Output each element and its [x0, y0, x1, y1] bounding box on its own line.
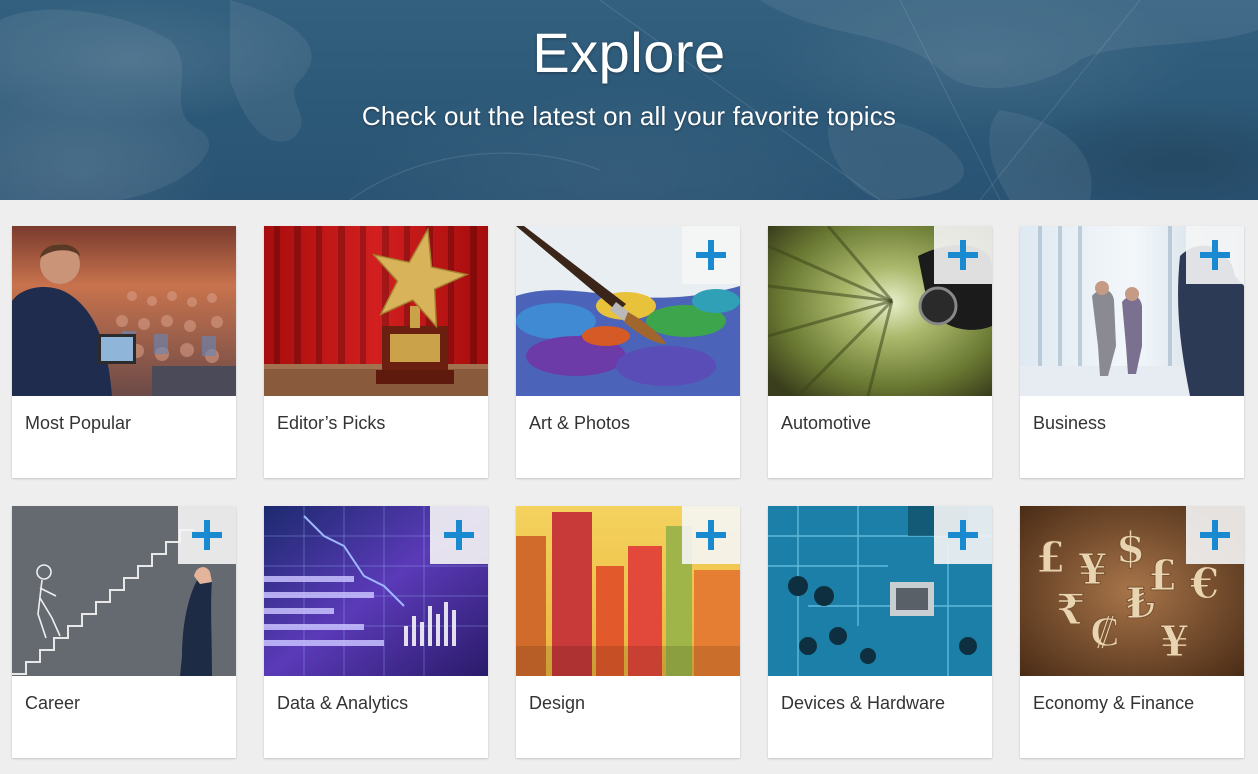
svg-text:₹: ₹ — [1056, 585, 1085, 634]
topic-card-data-analytics[interactable]: Data & Analytics — [264, 506, 488, 758]
explore-hero-banner: Explore Check out the latest on all your… — [0, 0, 1258, 200]
topic-card-design[interactable]: Design — [516, 506, 740, 758]
plus-icon[interactable] — [934, 226, 992, 284]
svg-text:£: £ — [1148, 551, 1177, 600]
plus-icon[interactable] — [1186, 506, 1244, 564]
topic-card-most-popular[interactable]: Most Popular — [12, 226, 236, 478]
plus-icon[interactable] — [178, 506, 236, 564]
plus-icon[interactable] — [934, 506, 992, 564]
topic-label: Economy & Finance — [1033, 693, 1195, 713]
page-title: Explore — [532, 21, 726, 84]
gold-star-trophy-image — [264, 226, 488, 396]
topic-label: Most Popular — [25, 413, 132, 433]
topic-label: Data & Analytics — [277, 693, 409, 713]
topic-card-career[interactable]: Career — [12, 506, 236, 758]
svg-text:₡: ₡ — [1090, 607, 1120, 656]
topic-label: Automotive — [781, 413, 872, 433]
svg-text:$: $ — [1116, 523, 1145, 572]
topic-card-business[interactable]: Business — [1020, 226, 1244, 478]
svg-text:¥: ¥ — [1160, 617, 1189, 666]
topic-card-economy-finance[interactable]: £ ¥ $ ₹ ₡ ₺ £ € ¥ Economy & Finance — [1020, 506, 1244, 758]
topic-label: Editor’s Picks — [277, 413, 386, 433]
topic-label: Business — [1033, 413, 1107, 433]
topic-label: Career — [25, 693, 81, 713]
plus-icon[interactable] — [682, 506, 740, 564]
conference-speaker-image — [12, 226, 236, 396]
topic-card-editors-picks[interactable]: Editor’s Picks — [264, 226, 488, 478]
topic-label: Art & Photos — [529, 413, 631, 433]
plus-icon[interactable] — [682, 226, 740, 284]
topic-label: Design — [529, 693, 586, 713]
plus-icon[interactable] — [430, 506, 488, 564]
topic-card-automotive[interactable]: Automotive — [768, 226, 992, 478]
svg-text:€: € — [1189, 559, 1219, 608]
page-subtitle: Check out the latest on all your favorit… — [361, 101, 897, 131]
topic-card-art-photos[interactable]: Art & Photos — [516, 226, 740, 478]
topic-card-devices-hardware[interactable]: Devices & Hardware — [768, 506, 992, 758]
plus-icon[interactable] — [1186, 226, 1244, 284]
svg-text:£: £ — [1036, 533, 1065, 582]
topic-label: Devices & Hardware — [781, 693, 946, 713]
